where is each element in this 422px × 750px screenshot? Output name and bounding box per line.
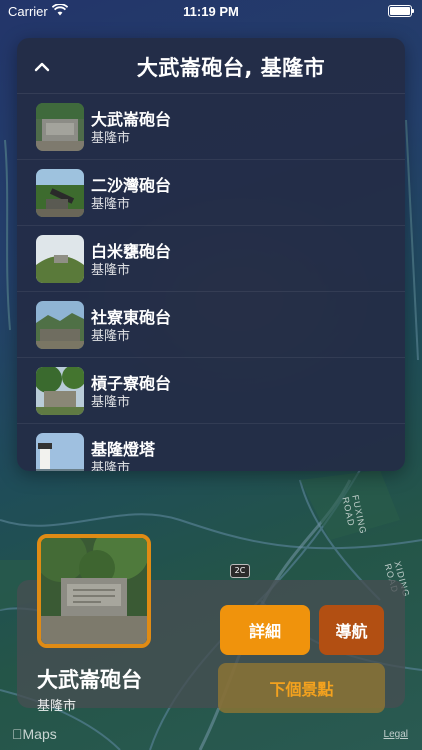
attraction-thumbnail — [36, 235, 84, 283]
apple-logo-icon:  — [12, 726, 23, 742]
collapse-button[interactable] — [29, 54, 55, 80]
attraction-city: 基隆市 — [91, 131, 131, 146]
attractions-list[interactable]: 大武崙砲台 基隆市 二沙灣砲台 基隆市 白米甕砲台 基隆市 社寮東砲台 基隆市 … — [17, 94, 405, 471]
highway-shield: 2C — [230, 564, 250, 578]
list-item[interactable]: 社寮東砲台 基隆市 — [17, 292, 405, 358]
list-item[interactable]: 基隆燈塔 基隆市 — [17, 424, 405, 471]
attraction-city: 基隆市 — [91, 461, 131, 471]
featured-attraction-photo[interactable] — [37, 534, 151, 648]
battery-icon — [388, 5, 414, 17]
status-bar: Carrier 11:19 PM — [0, 0, 422, 24]
attraction-thumbnail — [36, 367, 84, 415]
navigate-button[interactable]: 導航 — [319, 605, 384, 655]
list-item[interactable]: 白米甕砲台 基隆市 — [17, 226, 405, 292]
card-attraction-name: 大武崙砲台 — [37, 668, 142, 692]
list-item[interactable]: 槓子寮砲台 基隆市 — [17, 358, 405, 424]
next-attraction-button[interactable]: 下個景點 — [218, 663, 385, 713]
details-button[interactable]: 詳細 — [220, 605, 310, 655]
list-item[interactable]: 二沙灣砲台 基隆市 — [17, 160, 405, 226]
list-item[interactable]: 大武崙砲台 基隆市 — [17, 94, 405, 160]
attraction-city: 基隆市 — [91, 197, 131, 212]
panel-header: 大武崙砲台, 基隆市 — [17, 38, 405, 94]
attraction-thumbnail — [36, 169, 84, 217]
panel-title: 大武崙砲台, 基隆市 — [136, 56, 326, 80]
card-attraction-city: 基隆市 — [37, 699, 77, 714]
attraction-thumbnail — [36, 433, 84, 471]
maps-attribution: Maps — [12, 726, 57, 742]
attraction-thumbnail — [36, 301, 84, 349]
status-time: 11:19 PM — [183, 4, 239, 19]
attraction-city: 基隆市 — [91, 329, 131, 344]
legal-link[interactable]: Legal — [384, 729, 408, 740]
attraction-city: 基隆市 — [91, 263, 131, 278]
chevron-up-icon — [34, 62, 50, 72]
attractions-panel: 大武崙砲台, 基隆市 大武崙砲台 基隆市 二沙灣砲台 基隆市 白米甕砲台 基隆市… — [17, 38, 405, 471]
attraction-city: 基隆市 — [91, 395, 131, 410]
attraction-thumbnail — [36, 103, 84, 151]
